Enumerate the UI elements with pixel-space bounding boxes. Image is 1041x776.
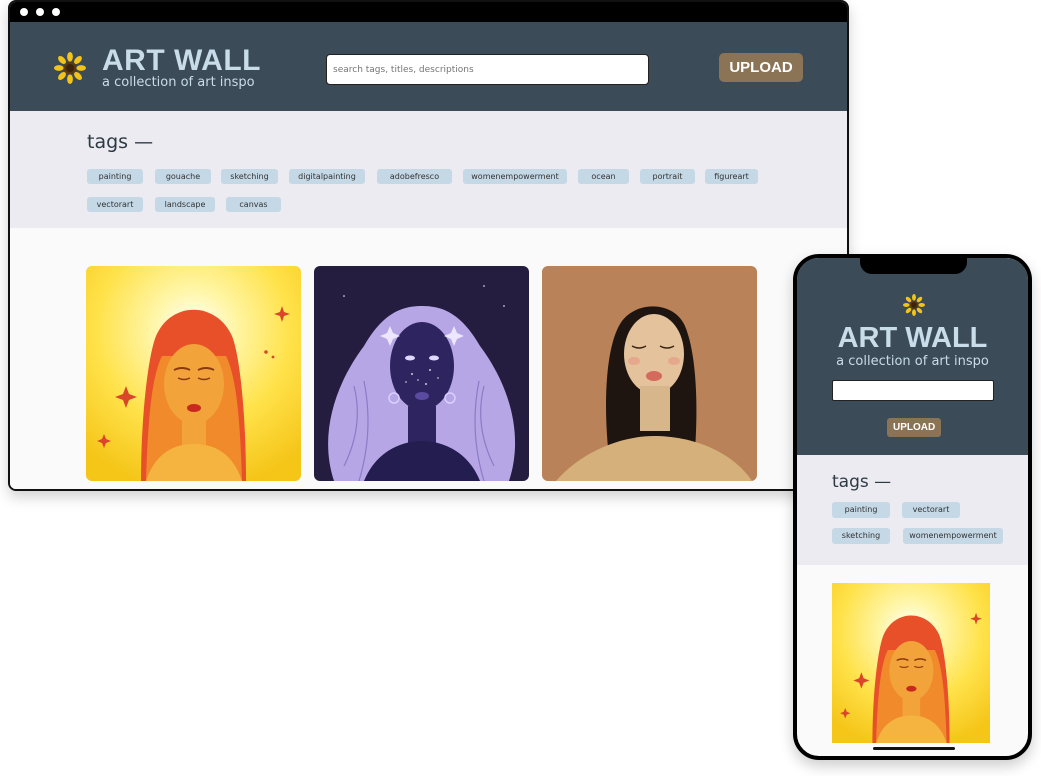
mobile-tag-chip[interactable]: sketching bbox=[832, 528, 890, 544]
mobile-device: ART WALL a collection of art inspo UPLOA… bbox=[793, 254, 1032, 760]
tag-chip[interactable]: ocean bbox=[578, 169, 629, 184]
upload-button[interactable]: UPLOAD bbox=[719, 53, 803, 82]
artwork-image bbox=[832, 583, 990, 743]
window-titlebar bbox=[10, 2, 847, 22]
phone-notch bbox=[860, 258, 967, 274]
mobile-brand-subtitle: a collection of art inspo bbox=[836, 354, 989, 369]
artwork-image bbox=[542, 266, 757, 481]
mobile-upload-button[interactable]: UPLOAD bbox=[887, 418, 941, 437]
art-gallery bbox=[10, 228, 847, 489]
brand-subtitle: a collection of art inspo bbox=[102, 75, 255, 90]
artwork-image bbox=[314, 266, 529, 481]
tag-chip[interactable]: canvas bbox=[226, 197, 281, 212]
site-header: ART WALL a collection of art inspo UPLOA… bbox=[10, 22, 847, 111]
mobile-tag-chip[interactable]: painting bbox=[832, 502, 890, 518]
artwork-card[interactable] bbox=[542, 266, 757, 481]
search-input[interactable] bbox=[326, 54, 649, 85]
artwork-image bbox=[86, 266, 301, 481]
mobile-tag-chip[interactable]: vectorart bbox=[902, 502, 960, 518]
window-minimize-dot[interactable] bbox=[36, 8, 44, 16]
mobile-search-input[interactable] bbox=[832, 380, 994, 401]
tag-chip[interactable]: figureart bbox=[705, 169, 758, 184]
mobile-tags-section: tags — painting vectorart sketching wome… bbox=[797, 455, 1028, 565]
tag-chip[interactable]: vectorart bbox=[87, 197, 143, 212]
tag-chip[interactable]: digitalpainting bbox=[289, 169, 365, 184]
tags-heading: tags — bbox=[87, 131, 154, 153]
tags-section: tags — painting gouache sketching digita… bbox=[10, 111, 847, 228]
tag-chip[interactable]: sketching bbox=[221, 169, 278, 184]
mobile-brand-title[interactable]: ART WALL bbox=[797, 322, 1028, 355]
tag-chip[interactable]: landscape bbox=[155, 197, 215, 212]
artwork-card[interactable] bbox=[86, 266, 301, 481]
mobile-tags-heading: tags — bbox=[832, 472, 892, 492]
mobile-artwork-card[interactable] bbox=[832, 583, 990, 743]
tag-chip[interactable]: gouache bbox=[155, 169, 211, 184]
mobile-site-header: ART WALL a collection of art inspo UPLOA… bbox=[797, 258, 1028, 455]
tag-chip[interactable]: portrait bbox=[640, 169, 695, 184]
desktop-browser-window: ART WALL a collection of art inspo UPLOA… bbox=[8, 0, 849, 491]
sunflower-icon bbox=[903, 294, 925, 316]
window-maximize-dot[interactable] bbox=[52, 8, 60, 16]
home-indicator[interactable] bbox=[873, 747, 955, 750]
tag-chip[interactable]: womenempowerment bbox=[463, 169, 567, 184]
tag-chip[interactable]: painting bbox=[87, 169, 143, 184]
artwork-card[interactable] bbox=[314, 266, 529, 481]
mobile-tag-chip[interactable]: womenempowerment bbox=[903, 528, 1003, 544]
sunflower-icon bbox=[54, 52, 86, 84]
brand-title[interactable]: ART WALL bbox=[102, 44, 261, 78]
tag-chip[interactable]: adobefresco bbox=[377, 169, 452, 184]
window-close-dot[interactable] bbox=[20, 8, 28, 16]
